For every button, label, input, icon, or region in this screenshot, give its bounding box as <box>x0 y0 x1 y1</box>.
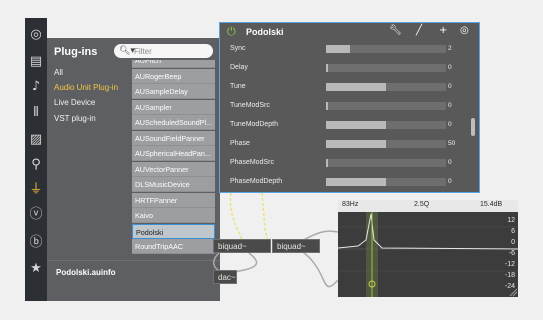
y-tick-label: 6 <box>511 228 515 235</box>
param-label: Delay <box>230 64 248 71</box>
param-slider[interactable] <box>326 102 446 110</box>
param-slider-fill <box>326 178 386 186</box>
pencil-icon[interactable]: ╱ <box>416 25 422 36</box>
param-value: 2 <box>448 45 452 52</box>
param-row[interactable]: Phase 50 <box>230 138 466 150</box>
param-value: 0 <box>448 64 452 71</box>
biquad-object-1[interactable]: biquad~ <box>213 239 271 253</box>
param-label: Sync <box>230 45 246 52</box>
param-label: PhaseModSrc <box>230 159 274 166</box>
param-row[interactable]: TuneModDepth 0 <box>230 119 466 131</box>
filter-graph[interactable]: 83Hz 2.5Q 15.4dB 18 12 6 0 -6 -12 -18 -24 <box>338 200 518 297</box>
param-row[interactable]: PhaseModSrc 0 <box>230 157 466 169</box>
param-slider-fill <box>326 140 386 148</box>
biquad-object-2[interactable]: biquad~ <box>272 239 320 253</box>
y-tick-label: 0 <box>511 239 515 246</box>
plugin-window[interactable]: ⏻ Podolski 🔧︎ ╱ + ◎ Sync 2 Delay 0 Tune 0 Tune… <box>219 22 480 193</box>
param-slider[interactable] <box>326 121 446 129</box>
plugin-title: Podolski <box>246 27 284 37</box>
y-tick-label: -6 <box>508 250 515 257</box>
param-value: 0 <box>448 121 452 128</box>
dac-object[interactable]: dac~ <box>213 270 237 284</box>
y-tick-label: -18 <box>504 272 515 279</box>
param-slider-fill <box>326 83 386 91</box>
param-slider-fill <box>326 45 350 53</box>
param-value: 0 <box>448 83 452 90</box>
param-row[interactable]: Sync 2 <box>230 43 466 55</box>
app-window: ◎ ▤ ♪ ⦀ ▨ ⚲ ⏚ ⓥ ⓑ ★ Plug-ins All Audio Unit Plug-… <box>0 0 543 320</box>
param-slider-fill <box>326 121 386 129</box>
preset-target-icon[interactable]: ◎ <box>460 25 469 36</box>
scrollbar[interactable] <box>471 118 475 136</box>
param-slider[interactable] <box>326 140 446 148</box>
y-tick-label: 18 <box>507 206 515 213</box>
plus-icon[interactable]: + <box>439 25 447 36</box>
param-value: 0 <box>448 159 452 166</box>
y-tick-label: -12 <box>504 261 515 268</box>
filter-curve <box>338 212 518 297</box>
param-value: 50 <box>448 140 456 147</box>
param-label: Tune <box>230 83 246 90</box>
param-label: PhaseModDepth <box>230 178 283 185</box>
param-value: 0 <box>448 178 452 185</box>
param-slider[interactable] <box>326 178 446 186</box>
param-label: TuneModSrc <box>230 102 270 109</box>
param-label: Phase <box>230 140 250 147</box>
param-row[interactable]: Delay 0 <box>230 62 466 74</box>
param-slider[interactable] <box>326 159 446 167</box>
param-slider[interactable] <box>326 64 446 72</box>
param-slider-fill <box>326 159 328 167</box>
param-row[interactable]: TuneModSrc 0 <box>230 100 466 112</box>
param-label: TuneModDepth <box>230 121 278 128</box>
param-slider[interactable] <box>326 83 446 91</box>
wrench-icon[interactable]: 🔧︎ <box>389 25 402 36</box>
param-value: 0 <box>448 102 452 109</box>
power-icon[interactable]: ⏻ <box>227 25 236 39</box>
resize-grip[interactable] <box>508 287 518 297</box>
param-slider-fill <box>326 102 328 110</box>
param-slider[interactable] <box>326 45 446 53</box>
param-row[interactable]: Tune 0 <box>230 81 466 93</box>
param-slider-fill <box>326 64 328 72</box>
y-tick-label: 12 <box>507 217 515 224</box>
param-row[interactable]: PhaseModDepth 0 <box>230 176 466 188</box>
